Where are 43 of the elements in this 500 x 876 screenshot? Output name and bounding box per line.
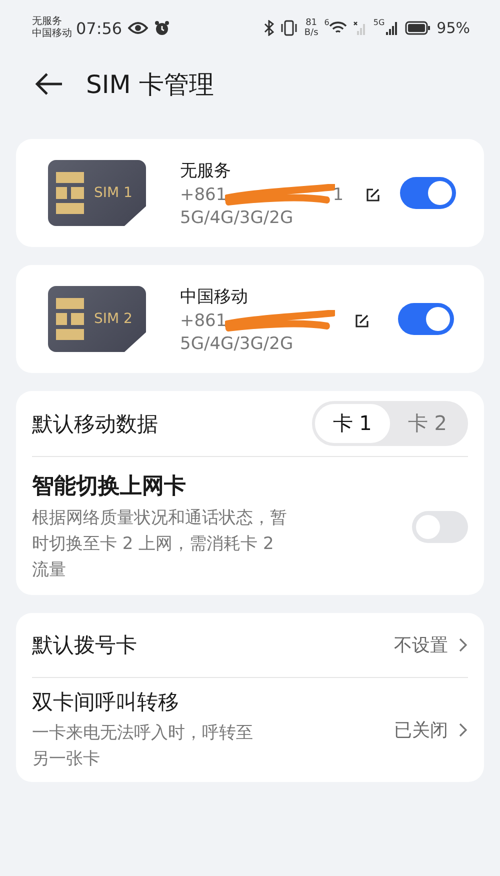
eye-icon xyxy=(128,21,148,35)
chevron-icon xyxy=(458,722,468,738)
setting-value[interactable]: 不设置 xyxy=(394,633,448,657)
sim-toggle[interactable] xyxy=(400,177,456,209)
wifi-standard-label: 6 xyxy=(324,18,330,27)
sim-chip-icon: SIM 1 xyxy=(48,160,146,226)
carrier-text: 无服务 xyxy=(32,16,63,28)
vibrate-icon xyxy=(280,20,298,36)
phone-number: +861 xyxy=(180,310,227,330)
phone-number: 1 xyxy=(332,184,344,204)
carrier-name: 中国移动 xyxy=(180,286,249,308)
carrier-name: 无服务 xyxy=(180,160,232,182)
phone-number: +861 xyxy=(180,184,227,204)
segment-tab[interactable]: 卡 2 xyxy=(390,404,465,443)
sim-chip-icon: SIM 2 xyxy=(48,286,146,352)
battery-icon xyxy=(404,21,431,35)
wifi-icon xyxy=(329,21,348,35)
chevron-icon xyxy=(458,637,468,653)
setting-label: 双卡间呼叫转移 xyxy=(32,689,180,716)
setting-description: 一卡来电无法呼入时，呼转至另一张卡 xyxy=(32,722,254,771)
network-types: 5G/4G/3G/2G xyxy=(180,334,294,354)
page-title: SIM 卡管理 xyxy=(86,68,214,100)
speed-unit: B/s xyxy=(304,28,318,38)
signal-icon xyxy=(384,21,399,35)
smart-switch-toggle[interactable] xyxy=(412,511,468,543)
battery-percent: 95% xyxy=(436,19,470,37)
bluetooth-icon xyxy=(264,20,274,36)
no-signal-icon xyxy=(353,21,368,35)
carrier-text: 中国移动 xyxy=(32,28,72,40)
edit-icon[interactable] xyxy=(354,314,369,328)
setting-label: 默认移动数据 xyxy=(32,410,159,438)
network-types: 5G/4G/3G/2G xyxy=(180,208,294,228)
network-type-label: 5G xyxy=(373,18,385,27)
speed-value: 81 xyxy=(306,18,318,28)
setting-label: 默认拨号卡 xyxy=(32,632,138,659)
setting-description: 根据网络质量状况和通话状态，暂时切换至卡 2 上网，需消耗卡 2 流量 xyxy=(32,507,287,582)
setting-value[interactable]: 已关闭 xyxy=(394,718,448,742)
clock: 07:56 xyxy=(76,18,122,38)
setting-label: 智能切换上网卡 xyxy=(32,473,187,501)
edit-icon[interactable] xyxy=(366,188,380,202)
alarm-icon xyxy=(154,20,170,36)
sim-toggle[interactable] xyxy=(398,303,454,335)
segment-tab[interactable]: 卡 1 xyxy=(314,404,390,443)
